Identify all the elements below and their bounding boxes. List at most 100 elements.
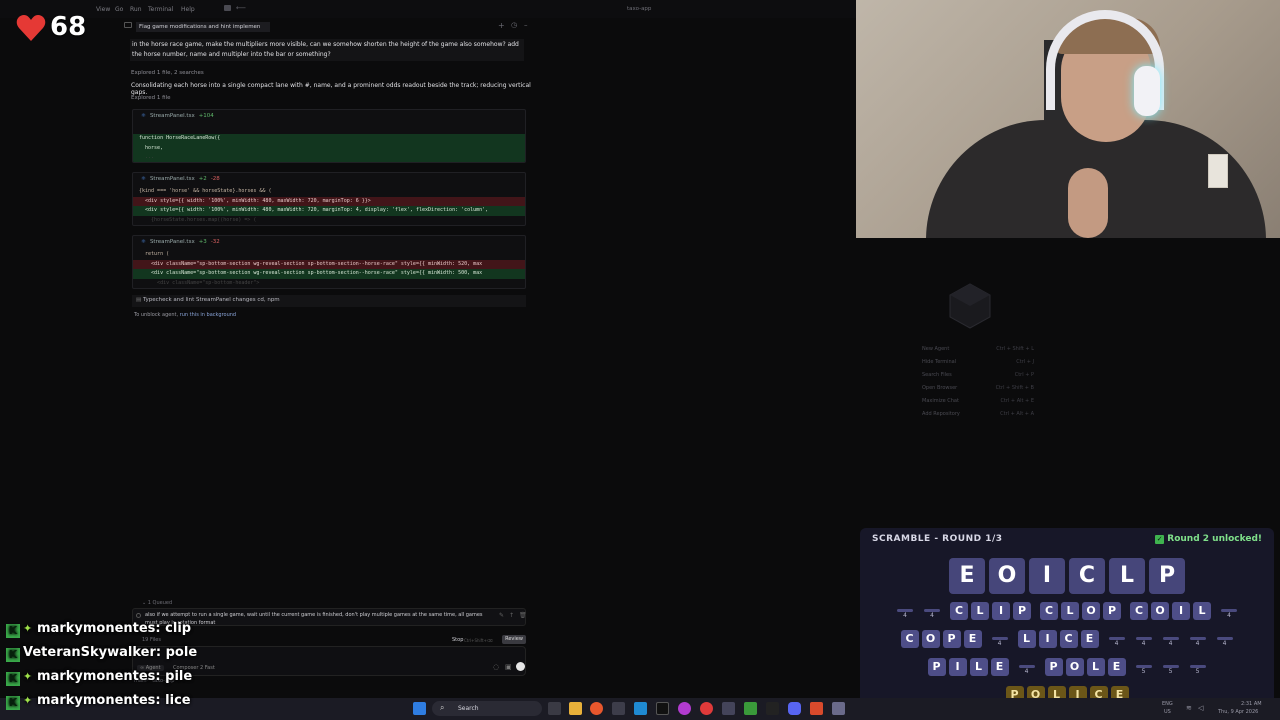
word-letter-tile: P xyxy=(942,630,961,648)
word-letter-tile: L xyxy=(1017,630,1036,648)
diff-card[interactable]: ⚛ StreamPanel.tsx +104 function HorseRac… xyxy=(132,109,526,163)
chat-tab[interactable]: Flag game modifications and hint impleme… xyxy=(136,22,270,32)
discord-icon[interactable] xyxy=(788,702,801,715)
hidden-word-slot: 4 xyxy=(1018,658,1036,676)
radio-icon xyxy=(136,613,141,618)
menu-terminal[interactable]: Terminal xyxy=(148,6,173,13)
slot-length: 4 xyxy=(997,640,1002,647)
search-icon: ⌕ xyxy=(440,703,445,712)
clock-date[interactable]: Thu, 9 Apr 2026 xyxy=(1218,709,1258,715)
file-explorer-icon[interactable] xyxy=(569,702,582,715)
shortcut-label: Open Browser xyxy=(922,385,958,391)
letter-tile: L xyxy=(1109,558,1145,594)
word-letter-tile: O xyxy=(921,630,940,648)
cursor-app-icon[interactable] xyxy=(656,702,669,715)
steam-icon[interactable] xyxy=(722,702,735,715)
vscode-icon[interactable] xyxy=(634,702,647,715)
shortcut-add-repository[interactable]: Add Repository Ctrl + Alt + A xyxy=(922,411,1034,417)
react-file-icon: ⚛ xyxy=(141,239,146,245)
unblock-hint: To unblock agent, run this in background xyxy=(134,312,236,318)
word-letter-tile: I xyxy=(1038,630,1057,648)
terminal-icon: ▤ xyxy=(136,297,143,303)
slot-length: 4 xyxy=(1141,640,1146,647)
diff-line: <div style={{ width: '100%', minWidth: 4… xyxy=(133,206,525,216)
firefox-icon[interactable] xyxy=(590,702,603,715)
kick-badge-icon: K xyxy=(6,648,20,662)
menu-view[interactable]: View xyxy=(96,6,110,13)
stop-button[interactable]: Stop xyxy=(452,637,463,643)
word-letter-tile: O xyxy=(1082,602,1100,620)
menu-go[interactable]: Go xyxy=(115,6,123,13)
panel-toggle-icon[interactable] xyxy=(124,22,132,28)
diff-card[interactable]: ⚛ StreamPanel.tsx +3 -32 return ( <div c… xyxy=(132,235,526,289)
shortcut-maximize-chat[interactable]: Maximize Chat Ctrl + Alt + E xyxy=(922,398,1034,404)
stop-shortcut: Ctrl+Shift+⌫ xyxy=(464,638,493,643)
send-up-icon[interactable]: ↑ xyxy=(509,612,514,619)
diff-line: <div style={{ width: '100%', minWidth: 4… xyxy=(133,196,525,206)
round-unlocked: ✓ Round 2 unlocked! xyxy=(1155,534,1262,544)
history-icon[interactable]: ◷ xyxy=(511,21,517,29)
capcut-icon[interactable] xyxy=(766,702,779,715)
diff-card[interactable]: ⚛ StreamPanel.tsx +2 -28 {kind === 'hors… xyxy=(132,172,526,226)
wifi-icon[interactable]: ≋ xyxy=(1186,704,1192,712)
diff-line: <div className="sp-bottom-section wg-rev… xyxy=(133,259,525,269)
shortcut-search-files[interactable]: Search Files Ctrl + P xyxy=(922,372,1034,378)
menu-help[interactable]: Help xyxy=(181,6,195,13)
word-letter-tile: E xyxy=(990,658,1009,676)
store-icon[interactable] xyxy=(612,702,625,715)
clock-time[interactable]: 2:31 AM xyxy=(1241,701,1262,707)
spinner-icon: ◌ xyxy=(493,663,500,671)
new-chat-icon[interactable]: + xyxy=(498,21,505,30)
shortcut-hide-terminal[interactable]: Hide Terminal Ctrl + J xyxy=(922,359,1034,365)
stop-circle-icon[interactable] xyxy=(516,662,525,671)
agent-chat-panel: Flag game modifications and hint impleme… xyxy=(118,18,538,690)
language-indicator[interactable]: ENG xyxy=(1162,701,1173,707)
shortcut-label: Search Files xyxy=(922,372,952,378)
model-speed: Fast xyxy=(204,665,215,671)
minimize-icon[interactable]: – xyxy=(524,21,528,29)
diff-header[interactable]: ⚛ StreamPanel.tsx +3 -32 xyxy=(133,236,525,250)
cursor-logo-icon xyxy=(949,283,991,329)
terminal-task[interactable]: ▤ Typecheck and lint StreamPanel changes… xyxy=(132,295,526,307)
diff-added-count: +3 xyxy=(198,239,207,245)
system-tray: ENG US ≋ ◁ 2:31 AM Thu, 9 Apr 2026 xyxy=(856,698,1280,720)
layout-icon[interactable] xyxy=(224,5,231,11)
diff-header[interactable]: ⚛ StreamPanel.tsx +104 xyxy=(133,110,525,124)
task-view-icon[interactable] xyxy=(548,702,561,715)
queued-item[interactable]: also if we attempt to run a single game,… xyxy=(132,608,527,626)
chrome-icon[interactable] xyxy=(700,702,713,715)
user-prompt[interactable]: in the horse race game, make the multipl… xyxy=(130,39,524,61)
image-icon[interactable]: ▣ xyxy=(505,663,512,671)
word-letter-tile: I xyxy=(948,658,967,676)
diff-header[interactable]: ⚛ StreamPanel.tsx +2 -28 xyxy=(133,173,525,187)
explored-summary-1[interactable]: Explored 1 file, 2 searches xyxy=(131,70,204,76)
shortcut-new-agent[interactable]: New Agent Ctrl + Shift + L xyxy=(922,346,1034,352)
volume-icon[interactable]: ◁ xyxy=(1198,704,1203,712)
heart-icon xyxy=(16,15,46,41)
shortcut-open-browser[interactable]: Open Browser Ctrl + Shift + B xyxy=(922,385,1034,391)
windows-start-icon[interactable] xyxy=(413,702,426,715)
obs-icon[interactable] xyxy=(832,702,845,715)
github-icon[interactable] xyxy=(678,702,691,715)
chat-username: markymonentes xyxy=(37,669,156,684)
shortcut-keys: Ctrl + Alt + E xyxy=(1000,398,1034,404)
diff-line: function HorseRaceLaneRow({ xyxy=(133,134,525,144)
menu-run[interactable]: Run xyxy=(130,6,142,13)
word-letter-tile: O xyxy=(1065,658,1084,676)
hidden-word-slot: 4 xyxy=(1189,630,1207,648)
taskbar-search[interactable]: ⌕ Search xyxy=(432,701,542,716)
trash-icon[interactable]: 🗑 xyxy=(519,612,527,619)
webcam-feed xyxy=(856,0,1280,238)
region-indicator[interactable]: US xyxy=(1164,709,1171,715)
run-in-background-link[interactable]: run this in background xyxy=(180,312,236,318)
diff-line: <div className="sp-bottom-section wg-rev… xyxy=(133,269,525,279)
explored-summary-2[interactable]: Explored 1 file xyxy=(131,95,171,101)
slot-length: 5 xyxy=(1168,668,1173,675)
edit-icon[interactable]: ✎ xyxy=(499,612,504,619)
shortcut-label: Hide Terminal xyxy=(922,359,957,365)
review-button[interactable]: Review xyxy=(502,635,526,644)
slot-length: 5 xyxy=(1141,668,1146,675)
app-icon[interactable] xyxy=(810,702,823,715)
xbox-icon[interactable] xyxy=(744,702,757,715)
back-arrow-icon[interactable]: ⟵ xyxy=(236,4,246,12)
